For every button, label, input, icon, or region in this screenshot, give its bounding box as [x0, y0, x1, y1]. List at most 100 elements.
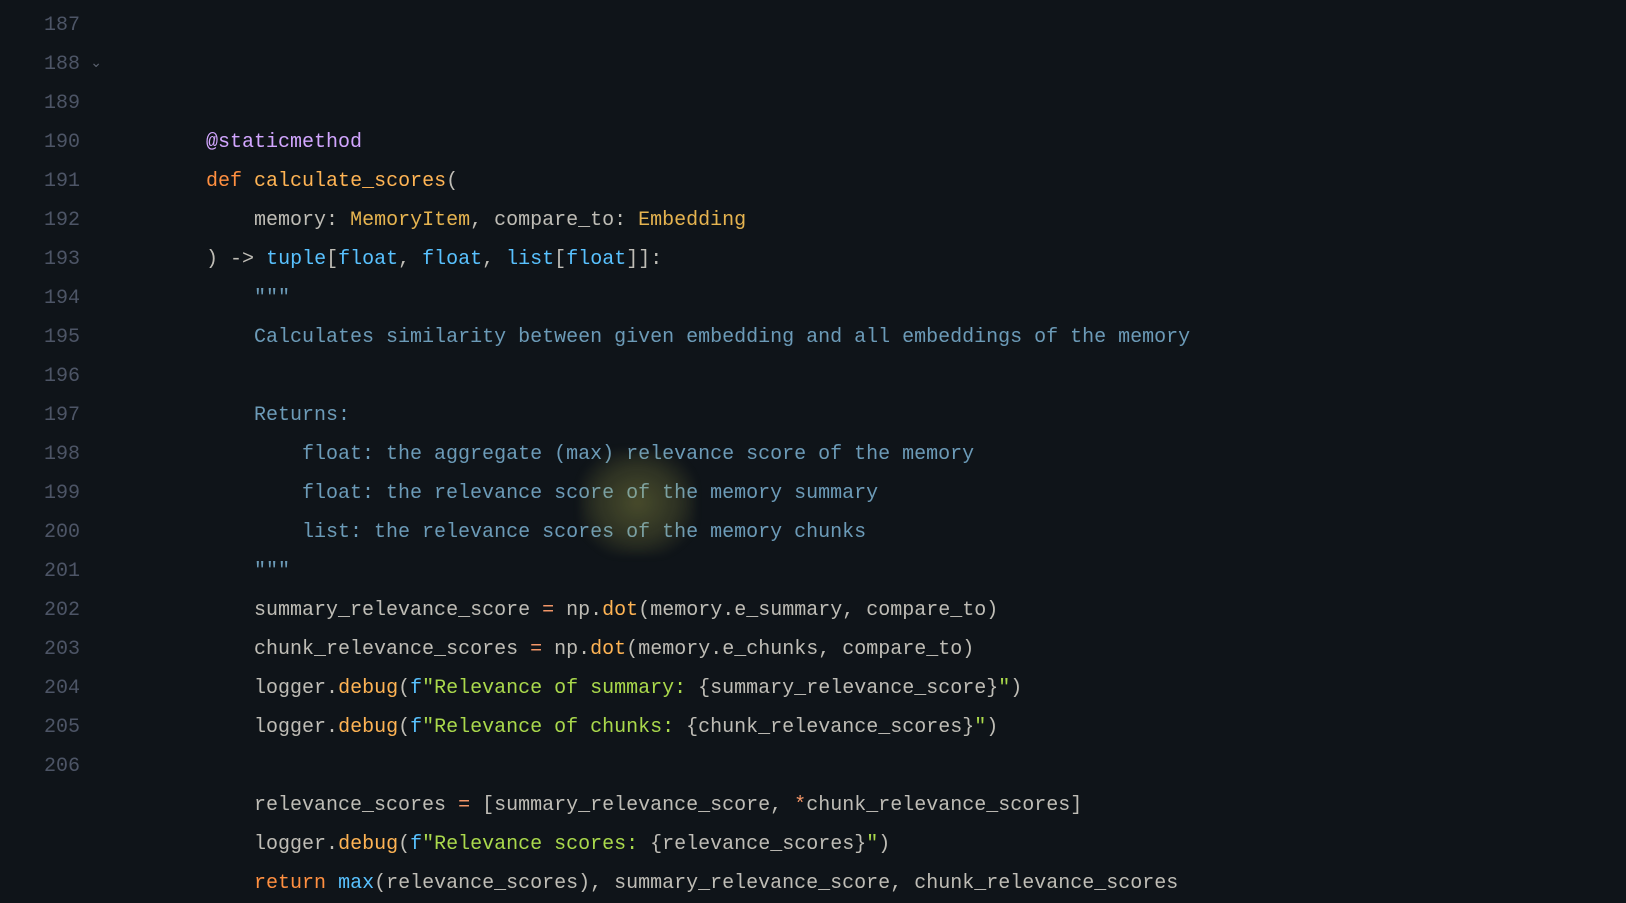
- code-token: chunk_relevance_scores: [698, 716, 962, 739]
- code-token: [110, 326, 254, 349]
- code-token: [110, 521, 302, 544]
- line-number: 205: [0, 708, 80, 747]
- code-token: ,: [398, 248, 422, 271]
- code-token: "Relevance scores:: [422, 833, 650, 856]
- code-token: :: [326, 209, 350, 232]
- code-token: summary_relevance_score: [494, 794, 770, 817]
- code-token: relevance_scores: [386, 872, 578, 895]
- code-line[interactable]: """: [110, 279, 1626, 318]
- code-token: tuple: [266, 248, 326, 271]
- code-token: memory: [254, 209, 326, 232]
- code-line[interactable]: logger.debug(f"Relevance of chunks: {chu…: [110, 708, 1626, 747]
- line-number: 198: [0, 435, 80, 474]
- code-line[interactable]: ) -> tuple[float, float, list[float]]:: [110, 240, 1626, 279]
- code-line[interactable]: relevance_scores = [summary_relevance_sc…: [110, 786, 1626, 825]
- code-token: (: [626, 638, 638, 661]
- code-line[interactable]: """: [110, 552, 1626, 591]
- code-token: :: [614, 209, 638, 232]
- code-token: """: [254, 560, 290, 583]
- code-token: float: [338, 248, 398, 271]
- line-number: 196: [0, 357, 80, 396]
- code-token: summary_relevance_score: [254, 599, 530, 622]
- code-token: [242, 170, 254, 193]
- code-token: ): [986, 716, 998, 739]
- code-token: ): [878, 833, 890, 856]
- line-number: 194: [0, 279, 80, 318]
- code-token: {: [686, 716, 698, 739]
- code-line[interactable]: return max(relevance_scores), summary_re…: [110, 864, 1626, 903]
- code-token: relevance_scores: [662, 833, 854, 856]
- code-token: (: [398, 677, 410, 700]
- code-editor[interactable]: 187188⌄189190191192193194195196197198199…: [0, 0, 1626, 820]
- code-token: dot: [602, 599, 638, 622]
- code-token: ": [998, 677, 1010, 700]
- code-line[interactable]: Calculates similarity between given embe…: [110, 318, 1626, 357]
- code-token: summary_relevance_score: [710, 677, 986, 700]
- code-line[interactable]: logger.debug(f"Relevance scores: {releva…: [110, 825, 1626, 864]
- code-token: .: [326, 833, 338, 856]
- code-line[interactable]: Returns:: [110, 396, 1626, 435]
- chevron-down-icon[interactable]: ⌄: [90, 45, 102, 84]
- code-token: [110, 833, 254, 856]
- code-token: "Relevance of chunks:: [422, 716, 686, 739]
- code-line[interactable]: list: the relevance scores of the memory…: [110, 513, 1626, 552]
- code-token: =: [530, 638, 542, 661]
- code-token: *: [794, 794, 806, 817]
- code-token: .: [326, 716, 338, 739]
- code-token: logger: [254, 833, 326, 856]
- line-number: 201: [0, 552, 80, 591]
- code-token: [110, 482, 302, 505]
- code-line[interactable]: @staticmethod: [110, 123, 1626, 162]
- line-number: 202: [0, 591, 80, 630]
- code-line[interactable]: logger.debug(f"Relevance of summary: {su…: [110, 669, 1626, 708]
- code-token: Returns:: [254, 404, 350, 427]
- code-token: debug: [338, 716, 398, 739]
- code-token: memory: [638, 638, 710, 661]
- line-number: 203: [0, 630, 80, 669]
- code-token: [110, 872, 254, 895]
- code-token: float: [422, 248, 482, 271]
- code-token: [: [554, 248, 566, 271]
- code-token: ),: [578, 872, 614, 895]
- code-token: calculate_scores: [254, 170, 446, 193]
- code-token: .: [590, 599, 602, 622]
- code-token: .: [326, 677, 338, 700]
- code-token: chunk_relevance_scores: [806, 794, 1070, 817]
- code-line[interactable]: float: the relevance score of the memory…: [110, 474, 1626, 513]
- code-token: def: [206, 170, 242, 193]
- code-line[interactable]: [110, 357, 1626, 396]
- line-number: 204: [0, 669, 80, 708]
- code-token: ]: [1070, 794, 1082, 817]
- code-line[interactable]: float: the aggregate (max) relevance sco…: [110, 435, 1626, 474]
- code-token: [110, 599, 254, 622]
- code-token: compare_to: [494, 209, 614, 232]
- code-token: np: [554, 638, 578, 661]
- code-token: compare_to: [842, 638, 962, 661]
- code-token: [110, 248, 206, 271]
- code-token: chunk_relevance_scores: [254, 638, 518, 661]
- code-token: [542, 638, 554, 661]
- code-token: =: [542, 599, 554, 622]
- code-token: {: [698, 677, 710, 700]
- code-token: [530, 599, 542, 622]
- line-number-gutter: 187188⌄189190191192193194195196197198199…: [0, 0, 110, 820]
- code-token: [110, 131, 206, 154]
- code-line[interactable]: chunk_relevance_scores = np.dot(memory.e…: [110, 630, 1626, 669]
- code-area[interactable]: @staticmethod def calculate_scores( memo…: [110, 0, 1626, 820]
- code-token: ,: [890, 872, 914, 895]
- code-token: (: [398, 833, 410, 856]
- code-token: ): [962, 638, 974, 661]
- code-line[interactable]: memory: MemoryItem, compare_to: Embeddin…: [110, 201, 1626, 240]
- code-line[interactable]: [110, 747, 1626, 786]
- code-line[interactable]: summary_relevance_score = np.dot(memory.…: [110, 591, 1626, 630]
- code-token: ): [206, 248, 230, 271]
- code-token: summary_relevance_score: [614, 872, 890, 895]
- code-token: ": [974, 716, 986, 739]
- code-token: }: [962, 716, 974, 739]
- code-line[interactable]: def calculate_scores(: [110, 162, 1626, 201]
- code-token: .: [578, 638, 590, 661]
- code-token: np: [566, 599, 590, 622]
- code-token: e_summary: [734, 599, 842, 622]
- code-token: compare_to: [866, 599, 986, 622]
- line-number: 206: [0, 747, 80, 786]
